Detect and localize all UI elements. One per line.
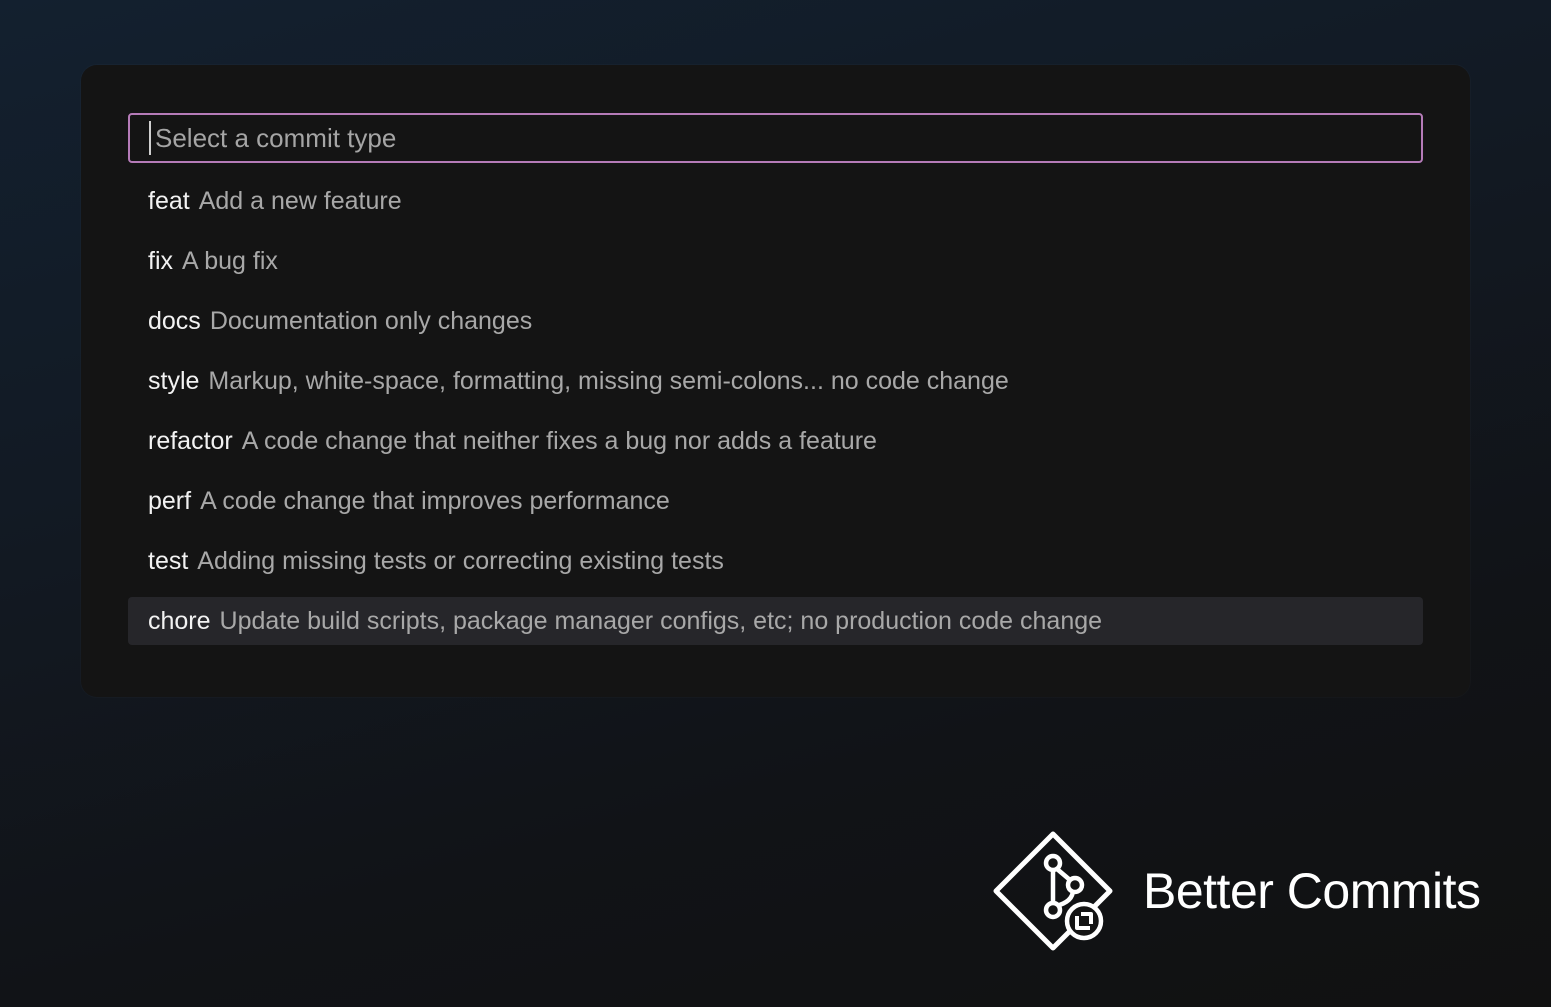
commit-type-option-docs[interactable]: docs Documentation only changes bbox=[128, 297, 1423, 345]
commit-type-keyword: perf bbox=[148, 486, 192, 515]
commit-type-option-style[interactable]: style Markup, white-space, formatting, m… bbox=[128, 357, 1423, 405]
commit-type-search-box[interactable] bbox=[128, 113, 1423, 163]
commit-type-description: Update build scripts, package manager co… bbox=[219, 606, 1103, 635]
commit-type-description: Documentation only changes bbox=[209, 306, 533, 335]
brand-name: Better Commits bbox=[1143, 863, 1481, 919]
commit-type-option-test[interactable]: test Adding missing tests or correcting … bbox=[128, 537, 1423, 585]
commit-type-option-fix[interactable]: fix A bug fix bbox=[128, 237, 1423, 285]
git-branch-diamond-logo-icon bbox=[993, 831, 1113, 951]
commit-type-prompt: feat Add a new feature fix A bug fix doc… bbox=[81, 65, 1470, 697]
commit-type-option-chore[interactable]: chore Update build scripts, package mana… bbox=[128, 597, 1423, 645]
commit-type-keyword: style bbox=[148, 366, 200, 395]
commit-type-keyword: chore bbox=[148, 606, 211, 635]
commit-type-keyword: docs bbox=[148, 306, 201, 335]
commit-type-search-input[interactable] bbox=[155, 118, 1421, 158]
commit-type-description: A code change that neither fixes a bug n… bbox=[241, 426, 877, 455]
brand-lockup: Better Commits bbox=[992, 830, 1481, 952]
text-caret bbox=[149, 121, 151, 155]
commit-type-description: A code change that improves performance bbox=[200, 486, 670, 515]
commit-type-description: A bug fix bbox=[182, 246, 278, 275]
commit-type-description: Markup, white-space, formatting, missing… bbox=[208, 366, 1009, 395]
commit-type-option-feat[interactable]: feat Add a new feature bbox=[128, 177, 1423, 225]
commit-type-keyword: refactor bbox=[148, 426, 233, 455]
commit-type-list: feat Add a new feature fix A bug fix doc… bbox=[128, 177, 1423, 657]
commit-type-keyword: feat bbox=[148, 186, 190, 215]
commit-type-description: Adding missing tests or correcting exist… bbox=[197, 546, 724, 575]
commit-type-option-perf[interactable]: perf A code change that improves perform… bbox=[128, 477, 1423, 525]
commit-type-keyword: test bbox=[148, 546, 189, 575]
commit-type-option-refactor[interactable]: refactor A code change that neither fixe… bbox=[128, 417, 1423, 465]
commit-type-keyword: fix bbox=[148, 246, 173, 275]
commit-type-description: Add a new feature bbox=[198, 186, 402, 215]
